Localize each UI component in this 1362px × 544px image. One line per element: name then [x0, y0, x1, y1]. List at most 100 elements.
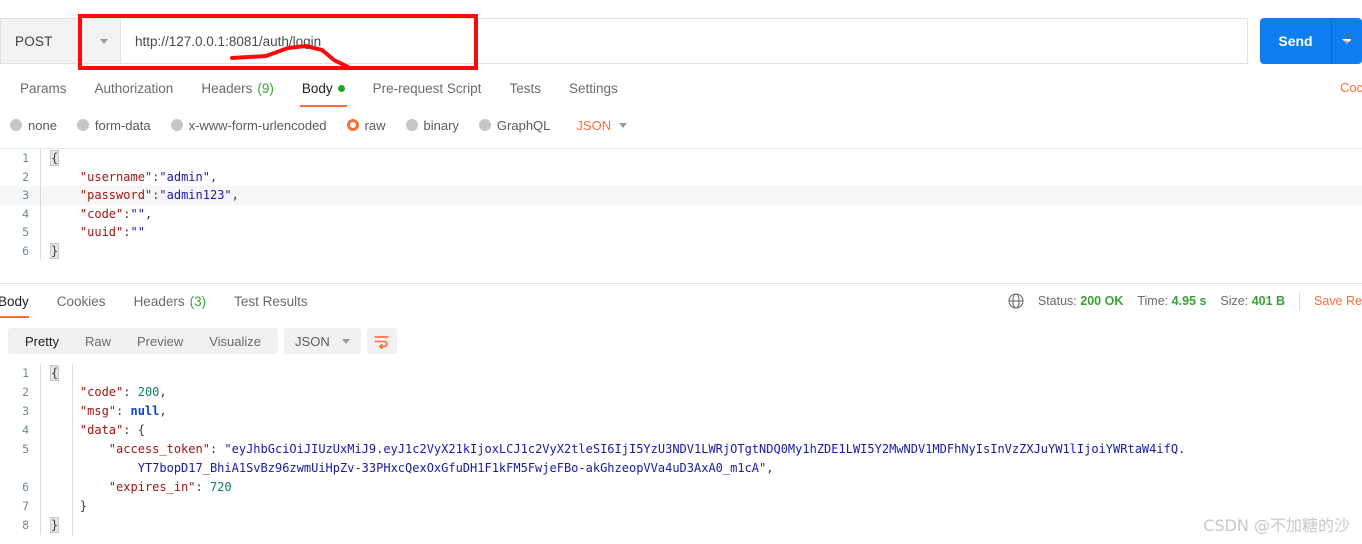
- code-line: 1 {: [0, 149, 1362, 168]
- code-token: ,: [209, 169, 218, 184]
- code-token: null: [130, 404, 160, 418]
- view-mode-pretty[interactable]: Pretty: [12, 328, 72, 354]
- line-number: 3: [22, 188, 29, 202]
- tab-label: Params: [20, 80, 67, 96]
- time-value: 4.95 s: [1171, 294, 1207, 308]
- code-token: {: [137, 423, 145, 437]
- tab-body[interactable]: Body: [288, 74, 359, 107]
- body-type-binary[interactable]: binary: [405, 117, 459, 133]
- body-type-label: x-www-form-urlencoded: [188, 117, 327, 133]
- tab-authorization[interactable]: Authorization: [81, 74, 188, 102]
- line-number: 4: [22, 423, 29, 437]
- divider: [1299, 292, 1301, 310]
- line-number: 6: [22, 480, 29, 494]
- radio-selected-icon: [346, 119, 359, 131]
- code-token: "access_token": [108, 442, 210, 456]
- status-value: 200 OK: [1080, 294, 1124, 308]
- line-number: 1: [22, 151, 29, 165]
- body-type-none[interactable]: none: [10, 118, 57, 133]
- code-line: 3 "msg": null,: [0, 402, 1362, 421]
- view-mode-preview[interactable]: Preview: [124, 328, 196, 354]
- time-group: Time: 4.95 s: [1137, 294, 1206, 308]
- response-tab-cookies[interactable]: Cookies: [43, 288, 120, 314]
- response-view-toolbar: Pretty Raw Preview Visualize JSON: [8, 328, 397, 354]
- radio-icon: [405, 119, 418, 131]
- line-number: 3: [22, 404, 29, 418]
- request-tabs: Params Authorization Headers (9) Body Pr…: [0, 74, 1362, 107]
- radio-icon: [478, 119, 491, 131]
- radio-icon: [10, 119, 22, 131]
- response-tab-body[interactable]: Body: [0, 288, 43, 318]
- body-type-graphql[interactable]: GraphQL: [478, 118, 550, 133]
- line-number: 8: [22, 518, 29, 532]
- send-button[interactable]: Send: [1260, 18, 1332, 64]
- body-type-label: binary: [423, 117, 459, 133]
- code-token: "expires_in": [108, 480, 196, 494]
- postman-window: POST http://127.0.0.1:8081/auth/login Se…: [0, 0, 1362, 544]
- code-token: "password": [79, 188, 153, 202]
- tab-params[interactable]: Params: [6, 74, 81, 102]
- code-token: }: [49, 242, 60, 259]
- wrap-lines-button[interactable]: [366, 328, 397, 354]
- body-type-raw[interactable]: raw: [346, 118, 386, 133]
- save-response-button[interactable]: Save Re: [1314, 294, 1362, 308]
- tab-label: Body: [301, 80, 333, 96]
- body-type-options: none form-data x-www-form-urlencoded raw…: [0, 112, 1362, 138]
- tab-label: Headers: [201, 80, 253, 96]
- code-token: "admin123": [159, 188, 232, 202]
- code-token: {: [49, 150, 60, 166]
- tab-label: Authorization: [94, 80, 174, 96]
- wrap-lines-icon: [374, 335, 389, 349]
- raw-format-selector[interactable]: JSON: [576, 117, 628, 133]
- response-format-selector[interactable]: JSON: [284, 328, 361, 354]
- code-token: "admin": [159, 169, 210, 184]
- tab-label: Headers: [133, 293, 185, 309]
- response-tab-headers[interactable]: Headers (3): [120, 288, 221, 314]
- code-token: {: [49, 365, 60, 381]
- tab-label: Cookies: [56, 293, 106, 309]
- code-line: 1 {: [0, 364, 1362, 383]
- body-type-urlencoded[interactable]: x-www-form-urlencoded: [170, 117, 327, 133]
- response-tab-test-results[interactable]: Test Results: [220, 288, 322, 314]
- tab-headers[interactable]: Headers (9): [187, 74, 288, 102]
- http-method-selector[interactable]: POST: [0, 18, 120, 64]
- watermark: CSDN @不加糖的沙: [1203, 516, 1350, 535]
- view-mode-visualize[interactable]: Visualize: [196, 328, 274, 354]
- code-token: "code": [79, 206, 124, 221]
- code-token: "username": [79, 169, 153, 184]
- response-body-editor[interactable]: 1 { 2 "code": 200, 3 "msg": null, 4 "dat…: [0, 364, 1362, 536]
- line-number: 2: [22, 385, 29, 399]
- time-label: Time:: [1137, 294, 1169, 308]
- response-tabs: Body Cookies Headers (3) Test Results: [0, 288, 322, 318]
- radio-icon: [76, 119, 89, 131]
- line-number: 4: [22, 206, 29, 221]
- code-token: "code": [79, 385, 124, 399]
- save-button[interactable]: S: [1344, 31, 1353, 46]
- response-status-bar: Status: 200 OK Time: 4.95 s Size: 401 B …: [1008, 289, 1362, 313]
- raw-format-label: JSON: [576, 117, 612, 133]
- body-type-form-data[interactable]: form-data: [76, 118, 151, 133]
- size-group: Size: 401 B: [1220, 294, 1285, 308]
- code-token: "eyJhbGciOiJIUzUxMiJ9.eyJ1c2VyX21kIjoxLC…: [224, 442, 1186, 456]
- code-token: ,: [144, 206, 153, 221]
- url-input[interactable]: http://127.0.0.1:8081/auth/login: [120, 18, 1248, 64]
- tab-pre-request-script[interactable]: Pre-request Script: [359, 74, 496, 102]
- code-line: 2 "username":"admin",: [0, 167, 1362, 186]
- body-present-indicator-icon: [337, 84, 345, 92]
- code-line: 7 }: [0, 497, 1362, 516]
- response-view-modes: Pretty Raw Preview Visualize: [8, 328, 279, 354]
- request-body-editor[interactable]: 1 { 2 "username":"admin", 3 "password":"…: [0, 148, 1362, 278]
- response-format-label: JSON: [295, 333, 330, 349]
- globe-icon: [1008, 293, 1024, 309]
- chevron-down-icon: [341, 338, 350, 344]
- code-line: 6 }: [0, 241, 1362, 260]
- tab-tests[interactable]: Tests: [495, 74, 555, 102]
- tab-count: (3): [189, 293, 207, 309]
- tab-settings[interactable]: Settings: [555, 74, 632, 102]
- code-line: 8 }: [0, 516, 1362, 535]
- view-mode-raw[interactable]: Raw: [72, 328, 124, 354]
- code-token: YT7bopD17_BhiA1SvBz96zwmUiHpZv-33PHxcQex…: [137, 461, 774, 475]
- code-token: 720: [209, 480, 232, 494]
- line-number: 5: [22, 442, 29, 456]
- line-number: 7: [22, 499, 29, 513]
